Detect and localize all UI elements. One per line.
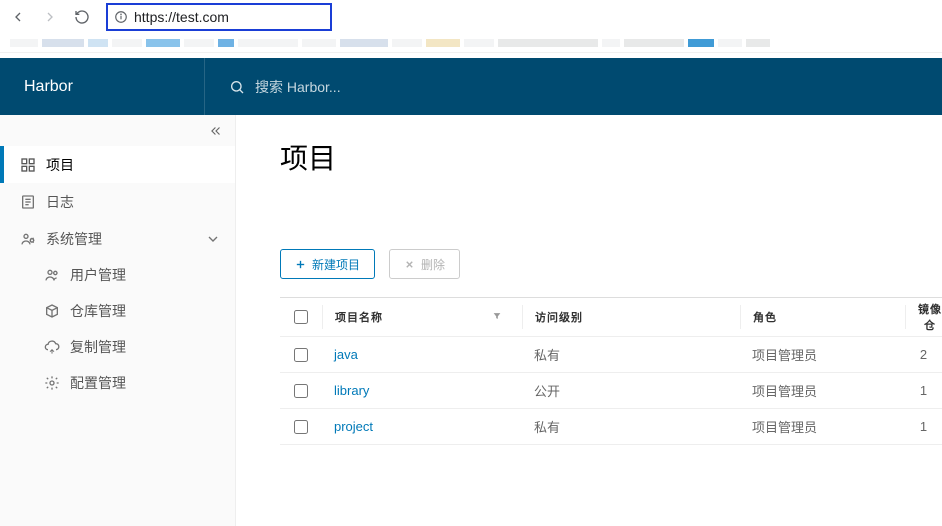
- search-input[interactable]: [255, 79, 436, 95]
- cloud-sync-icon: [44, 339, 60, 355]
- brand-title: Harbor: [0, 78, 204, 96]
- cell-role: 项目管理员: [740, 345, 905, 364]
- users-icon: [44, 267, 60, 283]
- sidebar-item-admin[interactable]: 系统管理: [0, 220, 235, 257]
- sidebar-sub-label: 用户管理: [70, 265, 126, 285]
- main-content: 项目 新建项目 删除 项目名称 访问级别 角色 镜像仓: [236, 115, 942, 526]
- sidebar-item-label: 项目: [46, 155, 74, 175]
- table-row[interactable]: java 私有 项目管理员 2: [280, 336, 942, 372]
- sidebar-sub-replication[interactable]: 复制管理: [0, 329, 235, 365]
- sidebar-item-projects[interactable]: 项目: [0, 146, 235, 183]
- project-name-link[interactable]: project: [322, 419, 522, 434]
- forward-button[interactable]: [38, 5, 62, 29]
- select-all-checkbox[interactable]: [294, 310, 308, 324]
- sidebar-sub-config[interactable]: 配置管理: [0, 365, 235, 401]
- button-label: 删除: [421, 256, 445, 273]
- search-icon: [229, 79, 245, 95]
- table-header: 项目名称 访问级别 角色 镜像仓: [280, 298, 942, 336]
- sidebar-item-logs[interactable]: 日志: [0, 183, 235, 220]
- row-checkbox[interactable]: [294, 384, 308, 398]
- back-button[interactable]: [6, 5, 30, 29]
- address-bar[interactable]: https://test.com: [106, 3, 332, 31]
- button-label: 新建项目: [312, 256, 360, 273]
- cell-access: 私有: [522, 417, 740, 436]
- admin-icon: [20, 231, 36, 247]
- browser-toolbar: https://test.com: [0, 0, 942, 34]
- cell-access: 私有: [522, 345, 740, 364]
- sidebar-item-label: 日志: [46, 192, 74, 212]
- chevron-double-left-icon: [209, 124, 223, 138]
- sidebar-collapse-button[interactable]: [0, 115, 235, 146]
- project-name-link[interactable]: library: [322, 383, 522, 398]
- app-header: Harbor: [0, 58, 942, 115]
- projects-icon: [20, 157, 36, 173]
- site-info-icon: [114, 10, 128, 24]
- table-footer: [280, 444, 942, 474]
- table-row[interactable]: library 公开 项目管理员 1: [280, 372, 942, 408]
- row-checkbox[interactable]: [294, 420, 308, 434]
- chevron-down-icon: [205, 231, 221, 247]
- reload-button[interactable]: [70, 5, 94, 29]
- page-title: 项目: [280, 137, 942, 177]
- bookmark-strip: [0, 34, 942, 52]
- cell-repo: 1: [905, 383, 942, 398]
- gear-icon: [44, 375, 60, 391]
- toolbar: 新建项目 删除: [280, 249, 942, 279]
- global-search[interactable]: [204, 58, 942, 115]
- projects-table: 项目名称 访问级别 角色 镜像仓 java 私有 项目管理员 2 library…: [280, 297, 942, 474]
- sidebar: 项目 日志 系统管理 用户管理 仓库: [0, 115, 236, 526]
- close-icon: [404, 259, 415, 270]
- table-row[interactable]: project 私有 项目管理员 1: [280, 408, 942, 444]
- logs-icon: [20, 194, 36, 210]
- cell-repo: 2: [905, 347, 942, 362]
- col-header-access[interactable]: 访问级别: [522, 305, 740, 329]
- sidebar-item-label: 系统管理: [46, 229, 102, 249]
- project-name-link[interactable]: java: [322, 347, 522, 362]
- col-header-name[interactable]: 项目名称: [322, 305, 522, 329]
- col-header-repo[interactable]: 镜像仓: [905, 305, 942, 329]
- cell-repo: 1: [905, 419, 942, 434]
- col-header-role[interactable]: 角色: [740, 305, 905, 329]
- sidebar-sub-users[interactable]: 用户管理: [0, 257, 235, 293]
- cell-access: 公开: [522, 381, 740, 400]
- cell-role: 项目管理员: [740, 417, 905, 436]
- row-checkbox[interactable]: [294, 348, 308, 362]
- cube-icon: [44, 303, 60, 319]
- sidebar-sub-label: 配置管理: [70, 373, 126, 393]
- url-text: https://test.com: [134, 9, 229, 25]
- sidebar-sub-repos[interactable]: 仓库管理: [0, 293, 235, 329]
- sidebar-sub-label: 复制管理: [70, 337, 126, 357]
- filter-icon[interactable]: [492, 311, 502, 324]
- cell-role: 项目管理员: [740, 381, 905, 400]
- plus-icon: [295, 259, 306, 270]
- new-project-button[interactable]: 新建项目: [280, 249, 375, 279]
- sidebar-sub-label: 仓库管理: [70, 301, 126, 321]
- delete-button: 删除: [389, 249, 460, 279]
